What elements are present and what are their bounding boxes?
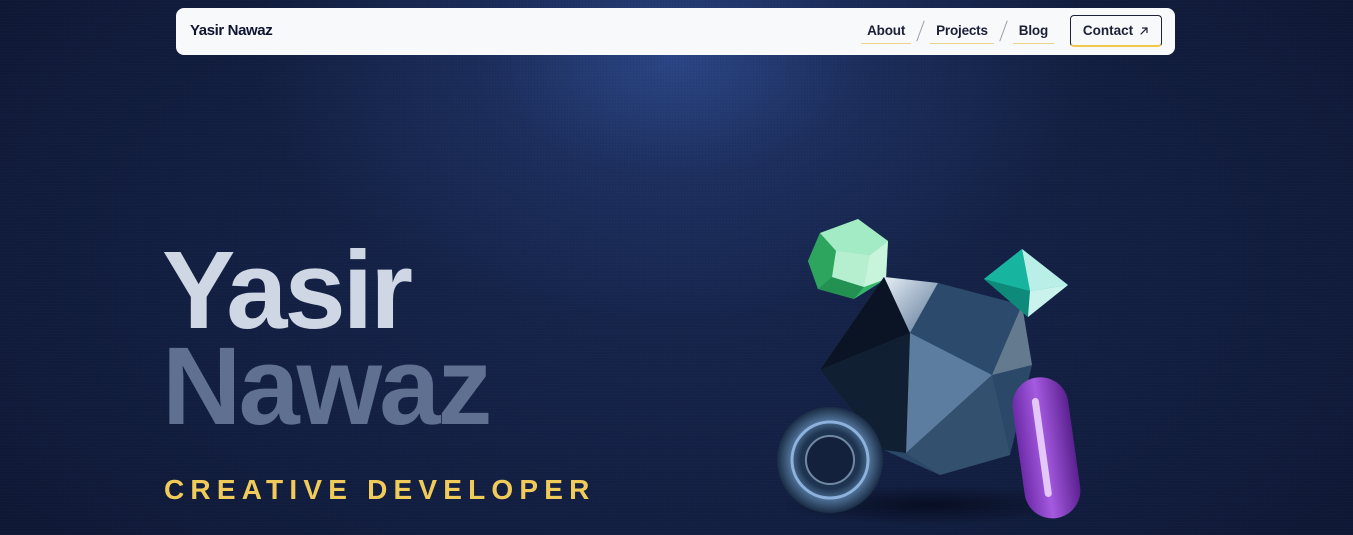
nav-links: About Projects Blog Contact — [861, 14, 1162, 48]
contact-button-label: Contact — [1082, 23, 1134, 38]
green-dodecahedron-shape — [808, 219, 888, 299]
nav-link-projects[interactable]: Projects — [930, 19, 994, 44]
hero-role-tagline: CREATIVE DEVELOPER — [164, 474, 596, 505]
arrow-up-right-icon — [1140, 26, 1148, 35]
contact-button[interactable]: Contact — [1070, 15, 1162, 47]
hero-3d-shapes-illustration — [777, 219, 1081, 525]
nav-separator — [916, 20, 925, 42]
blue-torus-shape — [777, 407, 883, 513]
navbar: Yasir Nawaz About Projects Blog Contact — [176, 8, 1175, 55]
brand-logo-link[interactable]: Yasir Nawaz — [190, 22, 273, 39]
hero-last-name: Nawaz — [162, 325, 492, 448]
nav-link-about[interactable]: About — [861, 19, 912, 44]
nav-link-blog[interactable]: Blog — [1012, 19, 1054, 44]
nav-separator — [999, 20, 1008, 42]
